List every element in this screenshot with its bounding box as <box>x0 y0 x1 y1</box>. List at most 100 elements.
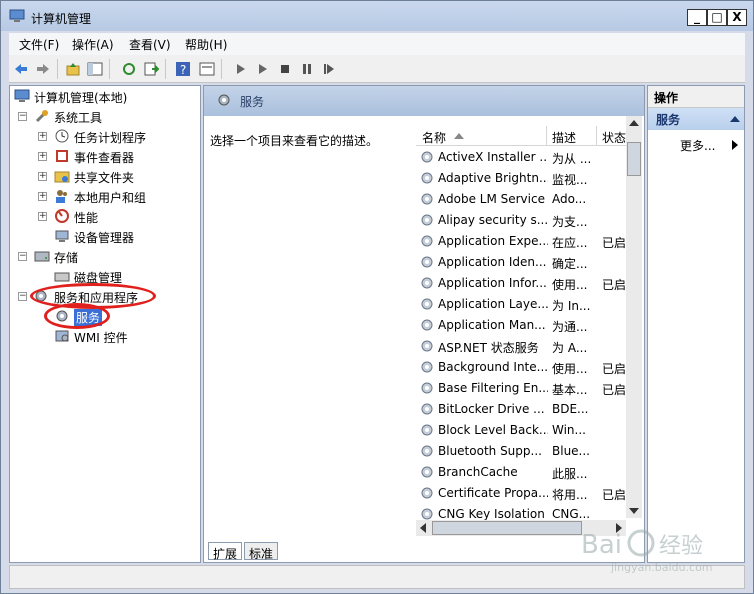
services-list: 名称 描述 状态 ActiveX Installer ... 为从 ... Adap… <box>416 116 642 536</box>
table-row[interactable]: Application Man... 为通... <box>416 315 626 336</box>
collapse-up-icon[interactable] <box>730 116 740 122</box>
collapse-icon[interactable]: − <box>18 112 27 121</box>
service-description: BDE... <box>552 402 589 416</box>
service-gear-icon <box>421 256 433 268</box>
service-gear-icon <box>421 214 433 226</box>
service-name: Base Filtering En... <box>438 381 548 395</box>
expand-icon[interactable]: + <box>38 132 47 141</box>
more-actions-link[interactable]: 更多... <box>680 137 715 154</box>
column-divider[interactable] <box>546 126 547 146</box>
table-row[interactable]: Bluetooth Supp... Blue... <box>416 441 626 462</box>
shared-folder-icon <box>54 171 70 183</box>
scroll-up-icon[interactable] <box>629 120 639 126</box>
help-icon[interactable]: ? <box>175 61 191 77</box>
menu-help[interactable]: 帮助(H) <box>185 36 227 53</box>
column-status[interactable]: 状态 <box>602 129 626 146</box>
table-row[interactable]: Certificate Propa... 将用... 已启 <box>416 483 626 504</box>
table-row[interactable]: Block Level Back... Win... <box>416 420 626 441</box>
service-gear-icon <box>421 193 433 205</box>
view-tabs: 扩展 标准 <box>204 540 644 562</box>
scroll-down-icon[interactable] <box>629 508 639 514</box>
menu-file[interactable]: 文件(F) <box>19 36 59 53</box>
column-name[interactable]: 名称 <box>422 129 446 146</box>
title-bar: 计算机管理 _ □ X <box>1 1 753 31</box>
service-name: Application Expe... <box>438 234 548 248</box>
expand-icon[interactable]: + <box>38 212 47 221</box>
tab-standard[interactable]: 标准 <box>244 542 279 561</box>
service-name: Application Man... <box>438 318 546 332</box>
stop-service-icon[interactable] <box>277 61 293 77</box>
service-description: 为通... <box>552 320 588 334</box>
export-list-icon[interactable] <box>143 61 159 77</box>
service-name: Background Inte... <box>438 360 548 374</box>
table-row[interactable]: BitLocker Drive ... BDE... <box>416 399 626 420</box>
tree-item-label: 事件查看器 <box>74 151 135 165</box>
start-service-icon[interactable] <box>233 61 249 77</box>
tree-item-label: 共享文件夹 <box>74 171 135 185</box>
forward-icon[interactable] <box>35 61 51 77</box>
table-row[interactable]: BranchCache 此服... <box>416 462 626 483</box>
tree-item-label: 系统工具 <box>54 111 103 125</box>
table-row[interactable]: Background Inte... 使用... 已启 <box>416 357 626 378</box>
table-row[interactable]: Application Infor... 使用... 已启 <box>416 273 626 294</box>
tab-extended[interactable]: 扩展 <box>208 542 243 561</box>
table-row[interactable]: Application Iden... 确定... <box>416 252 626 273</box>
svg-text:?: ? <box>180 63 186 77</box>
service-description: 在应... <box>552 236 588 250</box>
start-icon[interactable] <box>255 61 271 77</box>
service-gear-icon <box>421 487 433 499</box>
scroll-thumb[interactable] <box>627 142 641 176</box>
actions-pane: 操作 服务 更多... <box>647 85 745 563</box>
restart-service-icon[interactable] <box>321 61 337 77</box>
service-description: 为支... <box>552 215 588 229</box>
back-icon[interactable] <box>13 61 29 77</box>
properties-icon[interactable] <box>199 61 215 77</box>
service-name: Block Level Back... <box>438 423 548 437</box>
service-name: Adaptive Brightn... <box>438 171 548 185</box>
service-description: Win... <box>552 423 586 437</box>
close-button[interactable]: X <box>727 9 747 26</box>
table-row[interactable]: ASP.NET 状态服务为 A... <box>416 336 626 357</box>
show-hide-tree-icon[interactable] <box>87 61 103 77</box>
service-gear-icon <box>421 172 433 184</box>
service-gear-icon <box>421 319 433 331</box>
service-name: ASP.NET 状态服务 <box>438 341 539 355</box>
service-description: 监视... <box>552 173 588 187</box>
table-row[interactable]: Base Filtering En... 基本... 已启 <box>416 378 626 399</box>
collapse-icon[interactable]: − <box>18 252 27 261</box>
column-description[interactable]: 描述 <box>552 129 576 146</box>
menu-action[interactable]: 操作(A) <box>72 36 114 53</box>
tree-item-label: 设备管理器 <box>74 231 135 245</box>
expand-icon[interactable]: + <box>38 172 47 181</box>
menu-view[interactable]: 查看(V) <box>129 36 171 53</box>
service-name: BranchCache <box>438 465 518 479</box>
service-description: 基本... <box>552 383 588 397</box>
service-description: Ado... <box>552 192 587 206</box>
service-name: Application Laye... <box>438 297 548 311</box>
pause-service-icon[interactable] <box>299 61 315 77</box>
table-row[interactable]: Adobe LM Service Ado... <box>416 189 626 210</box>
minimize-button[interactable]: _ <box>687 9 707 26</box>
service-name: Adobe LM Service <box>438 192 545 206</box>
expand-icon[interactable]: + <box>38 192 47 201</box>
table-row[interactable]: Adaptive Brightn... 监视... <box>416 168 626 189</box>
up-folder-icon[interactable] <box>65 61 81 77</box>
actions-section-label: 服务 <box>656 113 681 127</box>
vertical-scrollbar[interactable] <box>626 116 642 518</box>
table-row[interactable]: ActiveX Installer ... 为从 ... <box>416 147 626 168</box>
table-row[interactable]: Alipay security s... 为支... <box>416 210 626 231</box>
wmi-icon <box>55 330 69 342</box>
scroll-thumb[interactable] <box>432 521 582 535</box>
service-description: 为从 ... <box>552 152 592 166</box>
table-row[interactable]: Application Expe... 在应... 已启 <box>416 231 626 252</box>
refresh-icon[interactable] <box>121 61 137 77</box>
storage-icon <box>34 251 50 262</box>
collapse-icon[interactable]: − <box>18 292 27 301</box>
table-row[interactable]: Application Laye... 为 In... <box>416 294 626 315</box>
expand-icon[interactable]: + <box>38 152 47 161</box>
scroll-left-icon[interactable] <box>420 523 426 533</box>
window-title: 计算机管理 <box>31 12 92 26</box>
actions-section-services[interactable]: 服务 <box>648 108 744 130</box>
column-divider[interactable] <box>596 126 597 146</box>
maximize-button[interactable]: □ <box>707 9 727 26</box>
